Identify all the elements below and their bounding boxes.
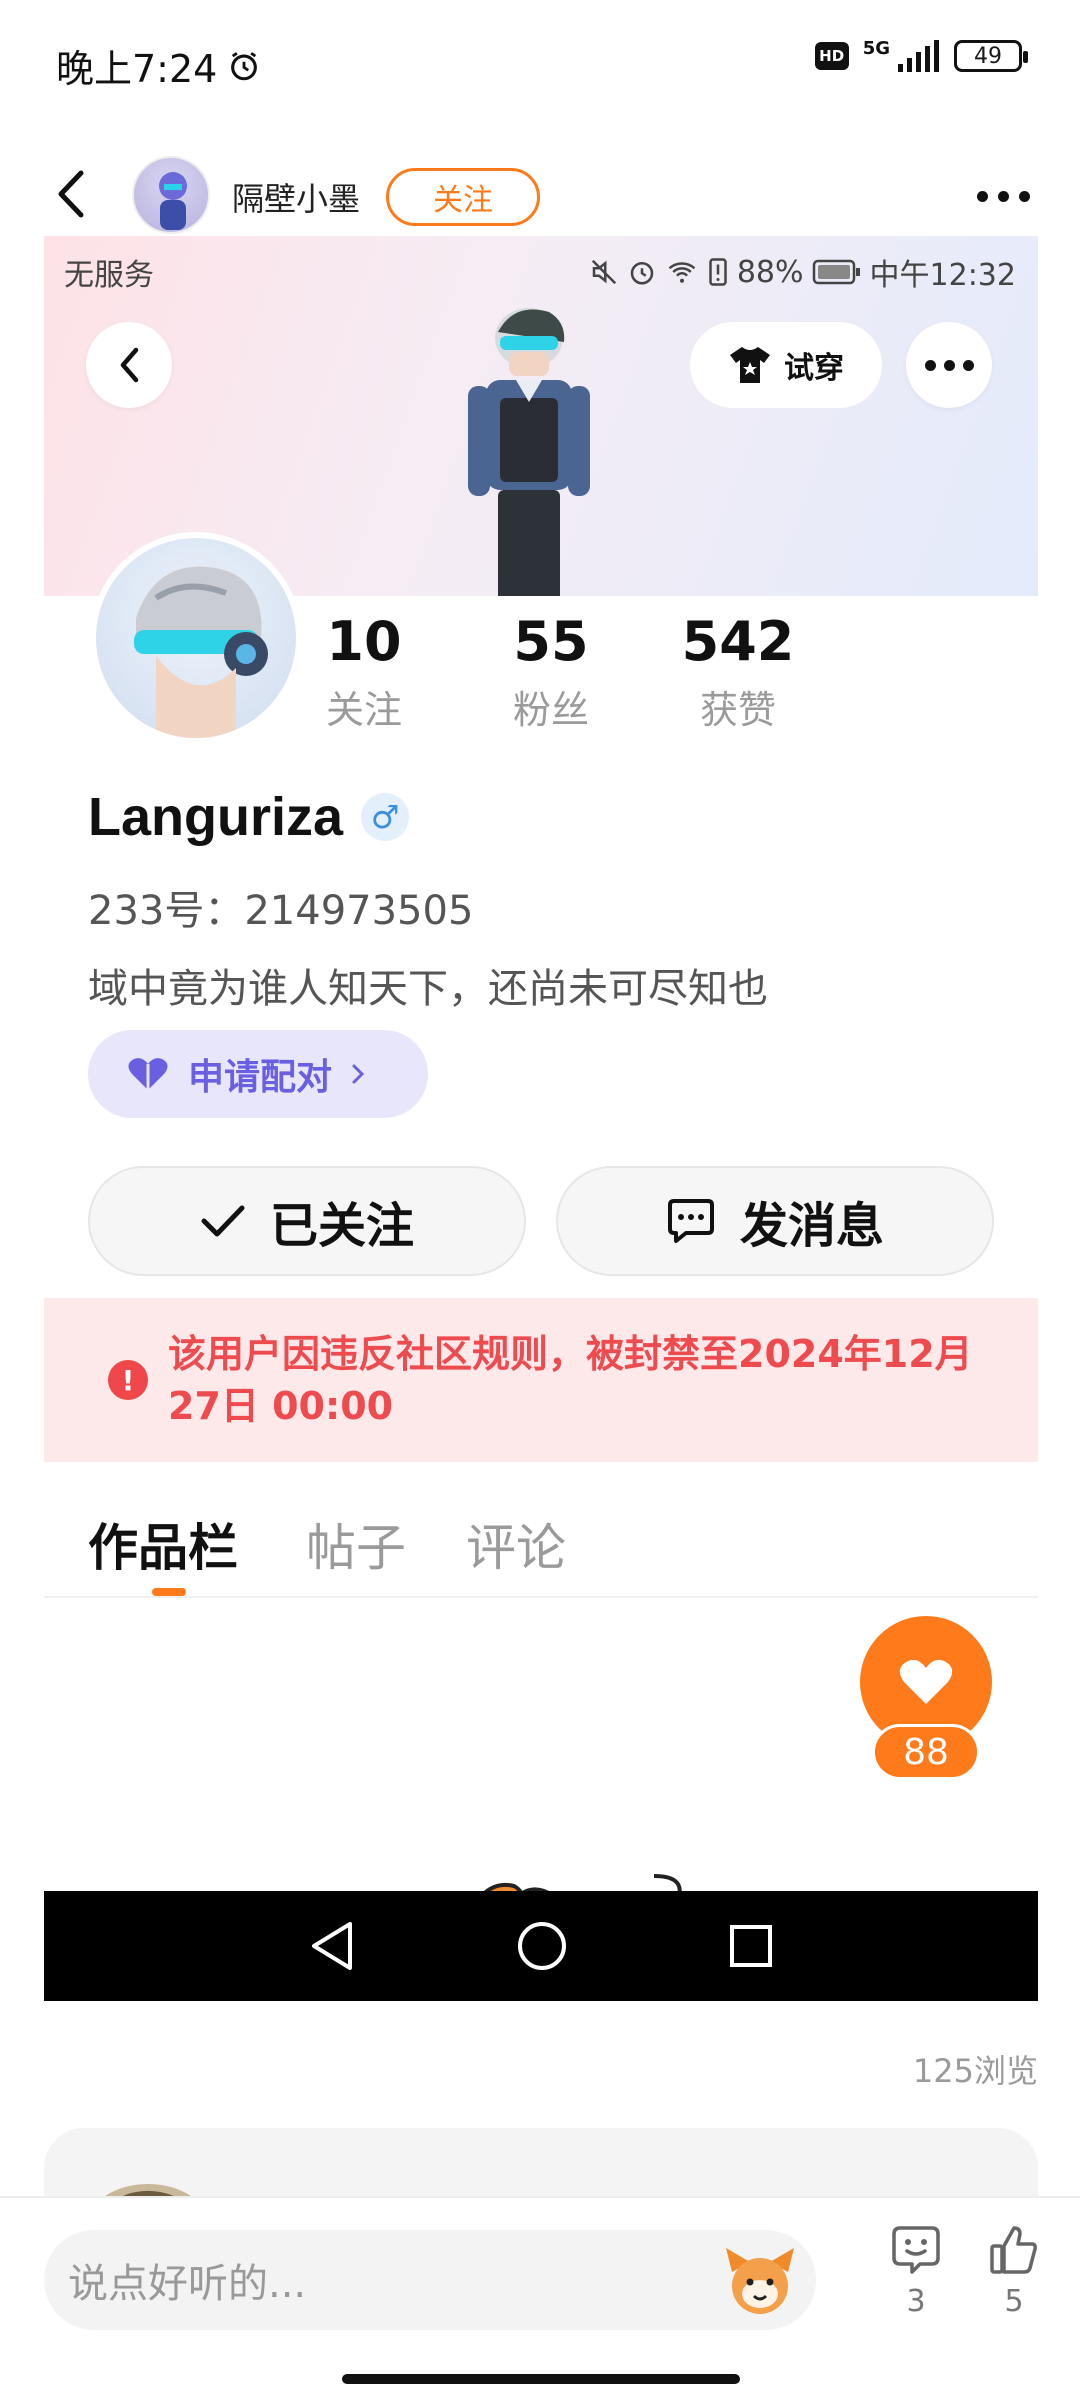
stat-label: 获赞 — [699, 688, 776, 732]
warning-icon: ! — [108, 1360, 148, 1400]
alert-icon — [709, 258, 727, 286]
checkmark-icon — [201, 1205, 245, 1237]
profile-avatar[interactable] — [90, 532, 302, 744]
comment-input[interactable]: 说点好听的... — [44, 2230, 816, 2330]
comment-count: 3 — [906, 2284, 926, 2319]
avatar-image — [159, 172, 187, 230]
tab-comments[interactable]: 评论 — [466, 1508, 566, 1580]
followed-button[interactable]: 已关注 — [88, 1166, 526, 1276]
active-tab-indicator — [152, 1588, 186, 1596]
ban-notice-text: 该用户因违反社区规则，被封禁至2024年12月27日 00:00 — [168, 1332, 973, 1428]
alarm-icon — [231, 51, 258, 80]
profile-username: Languriza — [88, 787, 344, 847]
user-id: 233号：214973505 — [88, 888, 474, 934]
more-dot-icon — [997, 190, 1009, 202]
more-dot-icon — [924, 359, 936, 371]
comment-button[interactable]: 3 — [876, 2224, 956, 2319]
more-dot-icon — [943, 359, 955, 371]
network-type: 5G — [862, 37, 890, 59]
stat-followers[interactable]: 55 粉丝 — [476, 610, 626, 734]
banner-more-button[interactable] — [906, 322, 992, 408]
battery-level: 49 — [974, 43, 1002, 69]
stat-label: 粉丝 — [512, 688, 589, 732]
status-bar: 晚上7:24 HD 5G 49 — [0, 0, 1080, 120]
thumbs-up-icon — [990, 2226, 1037, 2274]
like-post-count: 5 — [1004, 2284, 1024, 2319]
stat-label: 关注 — [325, 688, 402, 732]
ban-notice: ! 该用户因违反社区规则，被封禁至2024年12月27日 00:00 — [44, 1298, 1038, 1462]
back-arrow-icon — [120, 347, 139, 383]
user-bio: 域中竟为谁人知天下，还尚未可尽知也 — [88, 966, 768, 1012]
tab-works[interactable]: 作品栏 — [88, 1508, 238, 1580]
nav-home-icon[interactable] — [516, 1920, 568, 1972]
alarm-icon — [630, 262, 654, 285]
heart-icon — [899, 1659, 953, 1704]
request-pair-button[interactable]: 申请配对 — [88, 1030, 428, 1118]
mascot-emoji-icon[interactable] — [722, 2242, 798, 2318]
follow-button[interactable]: 关注 — [386, 168, 540, 226]
banner-back-button[interactable] — [86, 322, 172, 408]
stat-value: 55 — [513, 610, 589, 673]
inner-service-status: 无服务 — [64, 258, 154, 293]
back-button[interactable] — [40, 154, 100, 234]
hd-badge: HD — [814, 42, 849, 70]
mute-icon — [591, 259, 616, 285]
more-dot-icon — [976, 190, 988, 202]
like-post-button[interactable]: 5 — [974, 2224, 1054, 2319]
more-dot-icon — [1018, 190, 1030, 202]
profile-tabs: 作品栏 帖子 评论 — [44, 1468, 1038, 1598]
battery-icon — [812, 259, 860, 285]
stat-likes[interactable]: 542 获赞 — [663, 610, 813, 734]
home-indicator[interactable] — [342, 2374, 740, 2384]
post-views: 125浏览 — [912, 2052, 1038, 2090]
wifi-icon — [668, 262, 696, 283]
shirt-icon — [730, 347, 770, 383]
bottom-comment-bar: 说点好听的... 3 5 — [0, 2196, 1080, 2400]
try-on-button[interactable]: 试穿 — [690, 322, 882, 408]
battery-icon: 49 — [954, 40, 1028, 72]
tab-posts[interactable]: 帖子 — [306, 1508, 406, 1580]
send-message-label: 发消息 — [739, 1198, 884, 1254]
profile-avatar-image — [134, 566, 268, 738]
male-gender-icon: ♂ — [361, 793, 410, 841]
inner-battery-level: 88% — [736, 254, 804, 290]
stat-value: 542 — [681, 610, 795, 673]
followed-label: 已关注 — [269, 1198, 414, 1254]
avatar-character-image — [468, 308, 590, 602]
send-message-button[interactable]: 发消息 — [556, 1166, 994, 1276]
chevron-right-icon — [352, 1064, 365, 1084]
stat-following[interactable]: 10 关注 — [289, 610, 439, 734]
more-dot-icon — [962, 359, 974, 371]
more-options-button[interactable] — [968, 174, 1038, 218]
request-pair-label: 申请配对 — [188, 1057, 333, 1098]
comment-icon — [892, 2226, 940, 2274]
header-username: 隔壁小墨 — [232, 180, 361, 218]
signal-icon — [898, 40, 939, 72]
like-count-badge: 88 — [872, 1724, 980, 1780]
stat-value: 10 — [326, 610, 402, 673]
back-arrow-icon — [58, 170, 84, 218]
nav-recents-icon[interactable] — [728, 1923, 774, 1969]
system-nav-bar — [44, 1891, 1038, 2001]
chat-bubble-icon — [667, 1199, 714, 1243]
inner-time: 中午12:32 — [869, 258, 1016, 293]
comment-input-placeholder: 说点好听的... — [68, 2261, 307, 2307]
heart-pair-icon — [128, 1058, 168, 1090]
try-on-label: 试穿 — [784, 351, 844, 386]
nav-back-icon[interactable] — [308, 1920, 356, 1972]
profile-screenshot: 无服务 88% 中午12:32 试穿 10 关注 55 粉丝 542 获赞 La… — [44, 236, 1038, 2001]
status-time: 晚上7:24 — [56, 47, 218, 91]
header-avatar[interactable] — [132, 156, 210, 234]
